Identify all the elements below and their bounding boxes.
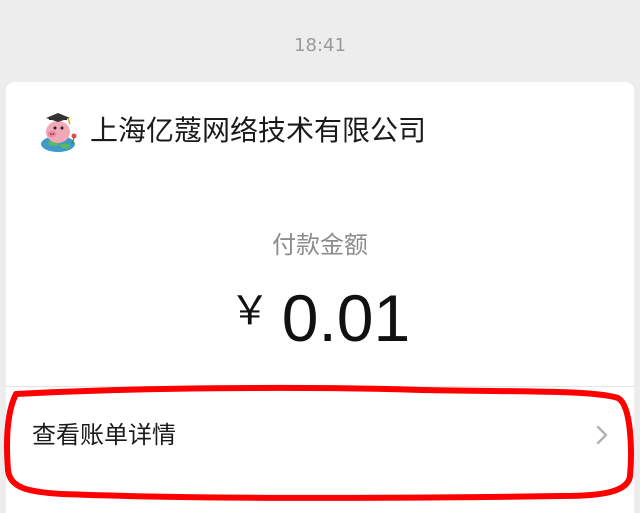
merchant-avatar-icon (41, 113, 77, 152)
merchant-name: 上海亿蔻网络技术有限公司 (90, 114, 427, 147)
merchant-header: 上海亿蔻网络技术有限公司 (6, 108, 634, 154)
message-timestamp: 18:41 (294, 35, 346, 56)
amount-value: 0.01 (281, 281, 411, 355)
payment-notification-card: 上海亿蔻网络技术有限公司 付款金额 ￥ 0.01 查看账单详情 (6, 82, 634, 513)
chevron-right-icon (596, 425, 608, 445)
currency-symbol: ￥ (229, 288, 270, 334)
payment-amount-label: 付款金额 (272, 231, 368, 259)
payment-amount: ￥ 0.01 (6, 274, 634, 356)
view-bill-details-link[interactable]: 查看账单详情 (6, 387, 634, 483)
view-bill-details-label: 查看账单详情 (32, 421, 176, 449)
